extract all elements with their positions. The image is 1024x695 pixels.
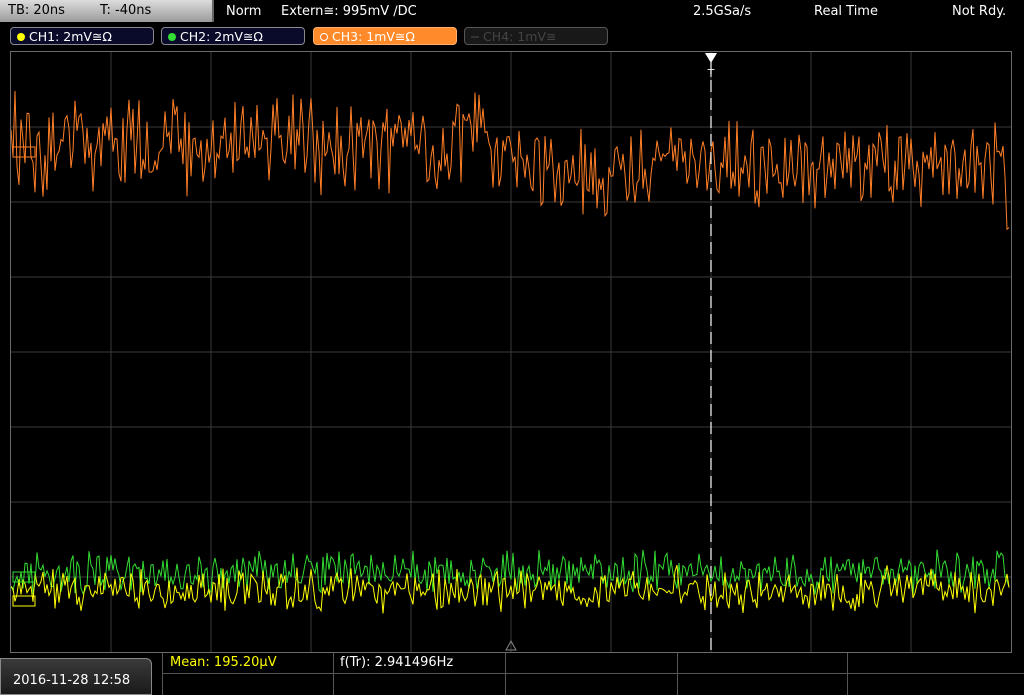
channel-1-label: CH1: 2mV≅Ω	[29, 29, 112, 44]
trigger-marker-label: T	[707, 67, 715, 80]
channel-3-button[interactable]: CH3: 1mV≅Ω	[313, 27, 457, 45]
top-status-bar: TB: 20ns T: -40ns Norm Extern≅: 995mV ∕D…	[0, 0, 1024, 24]
graticule	[11, 52, 1011, 652]
measurement-table	[162, 653, 1024, 695]
channel-1-button[interactable]: CH1: 2mV≅Ω	[10, 27, 154, 45]
trigger-position-arrow-icon[interactable]	[705, 53, 717, 63]
measurement-col-divider	[847, 653, 848, 695]
channel-3-color-dot-icon	[320, 32, 328, 41]
measurement-col-divider	[505, 653, 506, 695]
acquisition-mode-label: Real Time	[814, 4, 878, 19]
channel-1-trace	[11, 565, 1010, 614]
datetime-display: 2016-11-28 12:58	[0, 658, 152, 695]
measurement-col-divider	[677, 653, 678, 695]
sample-rate-label: 2.5GSa/s	[693, 4, 752, 19]
mean-measurement[interactable]: Mean: 195.20µV	[170, 653, 277, 674]
measurement-col-divider	[333, 653, 334, 695]
channel-4-label: CH4: 1mV≅	[483, 29, 557, 44]
measurement-row-divider	[163, 673, 1024, 674]
timebase-label: TB: 20ns	[8, 3, 65, 18]
channel-4-button[interactable]: CH4: 1mV≅	[464, 27, 608, 45]
acquisition-status-label: Not Rdy.	[952, 4, 1007, 19]
frequency-measurement[interactable]: f(Tr): 2.941496Hz	[340, 653, 453, 674]
timebase-box[interactable]: TB: 20ns T: -40ns	[0, 0, 214, 22]
channel-2-color-dot-icon	[168, 32, 176, 41]
channel-1-color-dot-icon	[17, 32, 25, 41]
trigger-source-label[interactable]: Extern≅: 995mV ∕DC	[281, 3, 417, 21]
trigger-mode-label[interactable]: Norm	[226, 3, 261, 21]
channel-3-label: CH3: 1mV≅Ω	[332, 29, 415, 44]
channel-4-color-dot-icon	[471, 35, 479, 38]
waveform-canvas: T	[11, 52, 1011, 652]
channel-2-button[interactable]: CH2: 2mV≅Ω	[161, 27, 305, 45]
trigger-offset-label: T: -40ns	[100, 3, 152, 18]
waveform-display[interactable]: T	[10, 51, 1012, 653]
channel-bar: CH1: 2mV≅Ω CH2: 2mV≅Ω CH3: 1mV≅Ω CH4: 1m…	[0, 24, 1024, 48]
channel-2-label: CH2: 2mV≅Ω	[180, 29, 263, 44]
channel-3-trace	[11, 90, 1010, 231]
